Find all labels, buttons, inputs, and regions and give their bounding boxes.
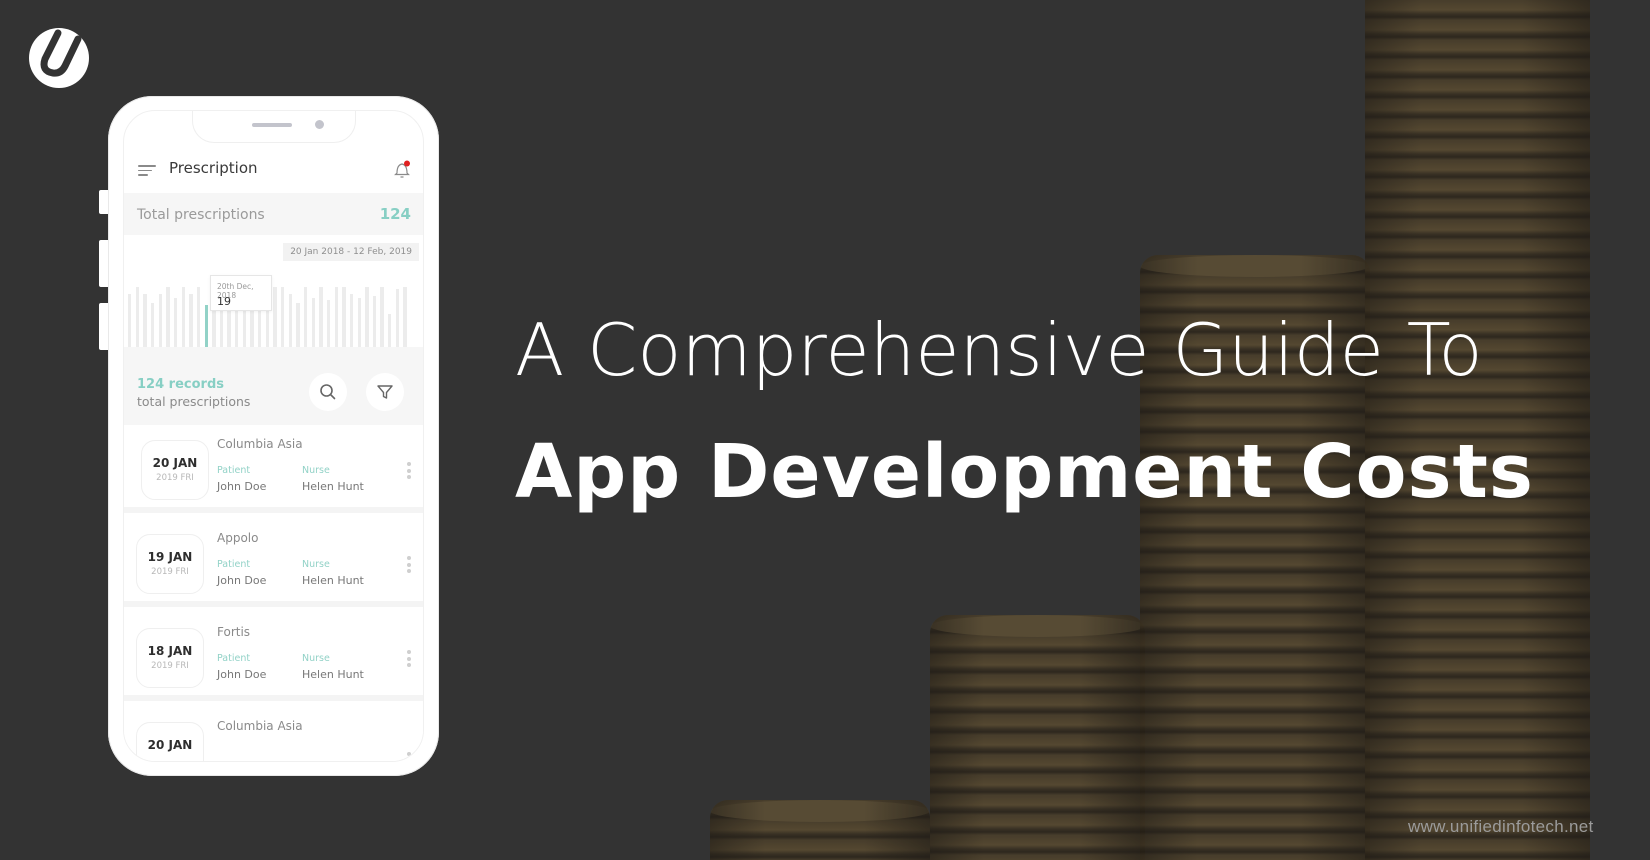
chart-bar[interactable] bbox=[181, 287, 185, 347]
chart-bar[interactable] bbox=[395, 289, 400, 347]
chart-bar[interactable] bbox=[365, 287, 369, 347]
coin-stack-medium bbox=[930, 615, 1145, 860]
phone-screen: Prescription Total prescriptions 124 20 … bbox=[123, 110, 424, 762]
more-options-icon[interactable] bbox=[407, 462, 411, 482]
hospital-name: Appolo bbox=[217, 531, 259, 545]
date-box: 20 JAN bbox=[136, 722, 204, 761]
app-header: Prescription bbox=[124, 145, 423, 193]
brand-logo-icon bbox=[29, 28, 89, 88]
more-options-icon[interactable] bbox=[407, 752, 411, 759]
records-count: 124 records bbox=[137, 377, 224, 392]
chart-bar[interactable] bbox=[296, 302, 300, 347]
phone-mockup: Prescription Total prescriptions 124 20 … bbox=[108, 96, 439, 776]
camera-icon bbox=[315, 120, 324, 129]
chart-bar[interactable] bbox=[128, 293, 132, 347]
patient-label: Patient bbox=[217, 559, 251, 570]
chart-bar-highlighted[interactable] bbox=[204, 304, 208, 347]
chart-bar[interactable] bbox=[372, 295, 377, 347]
headline-line-2: App Development Costs bbox=[515, 429, 1534, 515]
chart-bar[interactable] bbox=[258, 307, 262, 347]
coin-stack-small bbox=[710, 800, 930, 860]
chart-bar[interactable] bbox=[166, 287, 170, 347]
chart-bar[interactable] bbox=[342, 287, 346, 347]
hamburger-menu-icon[interactable] bbox=[138, 165, 156, 176]
filter-icon bbox=[377, 385, 393, 399]
chart-bar[interactable] bbox=[143, 293, 147, 347]
prescriptions-bar-chart: 20 Jan 2018 - 12 Feb, 2019 20th Dec, 201… bbox=[124, 235, 423, 353]
date-box: 20 JAN 2019 FRI bbox=[141, 440, 209, 500]
headline-line-1: A Comprehensive Guide To bbox=[515, 308, 1483, 392]
prescription-list-item[interactable]: 18 JAN 2019 FRI Fortis Patient Nurse Joh… bbox=[124, 613, 423, 701]
chart-bar[interactable] bbox=[403, 287, 407, 347]
date-box: 18 JAN 2019 FRI bbox=[136, 628, 204, 688]
date-main: 20 JAN bbox=[152, 456, 198, 470]
search-button[interactable] bbox=[309, 373, 347, 411]
total-prescriptions-row: Total prescriptions 124 bbox=[124, 193, 423, 235]
chart-bar[interactable] bbox=[173, 298, 178, 347]
patient-label: Patient bbox=[217, 653, 251, 664]
patient-label: Patient bbox=[217, 465, 251, 476]
total-label: Total prescriptions bbox=[137, 207, 265, 223]
nurse-label: Nurse bbox=[302, 559, 330, 570]
hospital-name: Columbia Asia bbox=[217, 719, 303, 733]
patient-name: John Doe bbox=[217, 668, 267, 681]
chart-bar[interactable] bbox=[273, 287, 277, 347]
chart-bar[interactable] bbox=[380, 287, 384, 347]
filter-button[interactable] bbox=[366, 373, 404, 411]
patient-name: John Doe bbox=[217, 574, 267, 587]
date-main: 18 JAN bbox=[147, 644, 193, 658]
date-main: 19 JAN bbox=[147, 550, 193, 564]
chart-bar[interactable] bbox=[158, 293, 162, 347]
date-sub: 2019 FRI bbox=[156, 473, 194, 483]
chart-bar[interactable] bbox=[349, 293, 354, 347]
prescription-list-item[interactable]: 20 JAN 2019 FRI Columbia Asia Patient Nu… bbox=[124, 425, 423, 513]
tooltip-value: 19 bbox=[217, 295, 231, 308]
chart-bar[interactable] bbox=[388, 313, 392, 347]
chart-bars bbox=[124, 235, 423, 353]
search-icon bbox=[320, 384, 336, 400]
chart-bar[interactable] bbox=[189, 293, 193, 347]
date-main: 20 JAN bbox=[147, 738, 193, 752]
website-watermark: www.unifiedinfotech.net bbox=[1408, 817, 1594, 836]
total-value: 124 bbox=[379, 205, 411, 223]
patient-name: John Doe bbox=[217, 480, 267, 493]
nurse-name: Helen Hunt bbox=[302, 574, 364, 587]
prescription-list-item[interactable]: 20 JAN Columbia Asia bbox=[124, 707, 423, 761]
chart-bar[interactable] bbox=[135, 287, 140, 347]
hospital-name: Columbia Asia bbox=[217, 437, 303, 451]
chart-bar[interactable] bbox=[303, 287, 308, 347]
chart-tooltip: 20th Dec, 2018 19 bbox=[210, 275, 272, 311]
hospital-name: Fortis bbox=[217, 625, 251, 639]
records-summary: 124 records total prescriptions bbox=[124, 353, 423, 425]
chart-bar[interactable] bbox=[357, 298, 361, 347]
chart-bar[interactable] bbox=[319, 287, 323, 347]
chart-bar[interactable] bbox=[196, 287, 201, 347]
date-sub: 2019 FRI bbox=[151, 567, 189, 577]
nurse-name: Helen Hunt bbox=[302, 668, 364, 681]
speaker-icon bbox=[252, 123, 292, 127]
nurse-label: Nurse bbox=[302, 653, 330, 664]
more-options-icon[interactable] bbox=[407, 556, 411, 576]
chart-bar[interactable] bbox=[281, 287, 285, 347]
chart-bar[interactable] bbox=[219, 311, 224, 347]
date-box: 19 JAN 2019 FRI bbox=[136, 534, 204, 594]
chart-bar[interactable] bbox=[334, 287, 338, 347]
more-options-icon[interactable] bbox=[407, 650, 411, 670]
chart-bar[interactable] bbox=[311, 298, 315, 347]
notification-bell-icon[interactable] bbox=[393, 159, 411, 179]
chart-bar[interactable] bbox=[288, 293, 293, 347]
chart-bar[interactable] bbox=[326, 300, 331, 347]
notification-dot bbox=[404, 160, 410, 167]
phone-notch bbox=[192, 111, 356, 143]
chart-bar[interactable] bbox=[150, 302, 155, 347]
nurse-name: Helen Hunt bbox=[302, 480, 364, 493]
date-sub: 2019 FRI bbox=[151, 661, 189, 671]
records-subtitle: total prescriptions bbox=[137, 394, 251, 409]
prescription-list-item[interactable]: 19 JAN 2019 FRI Appolo Patient Nurse Joh… bbox=[124, 519, 423, 607]
nurse-label: Nurse bbox=[302, 465, 330, 476]
app-title: Prescription bbox=[169, 159, 258, 177]
headline: A Comprehensive Guide To App Development… bbox=[515, 305, 1534, 517]
